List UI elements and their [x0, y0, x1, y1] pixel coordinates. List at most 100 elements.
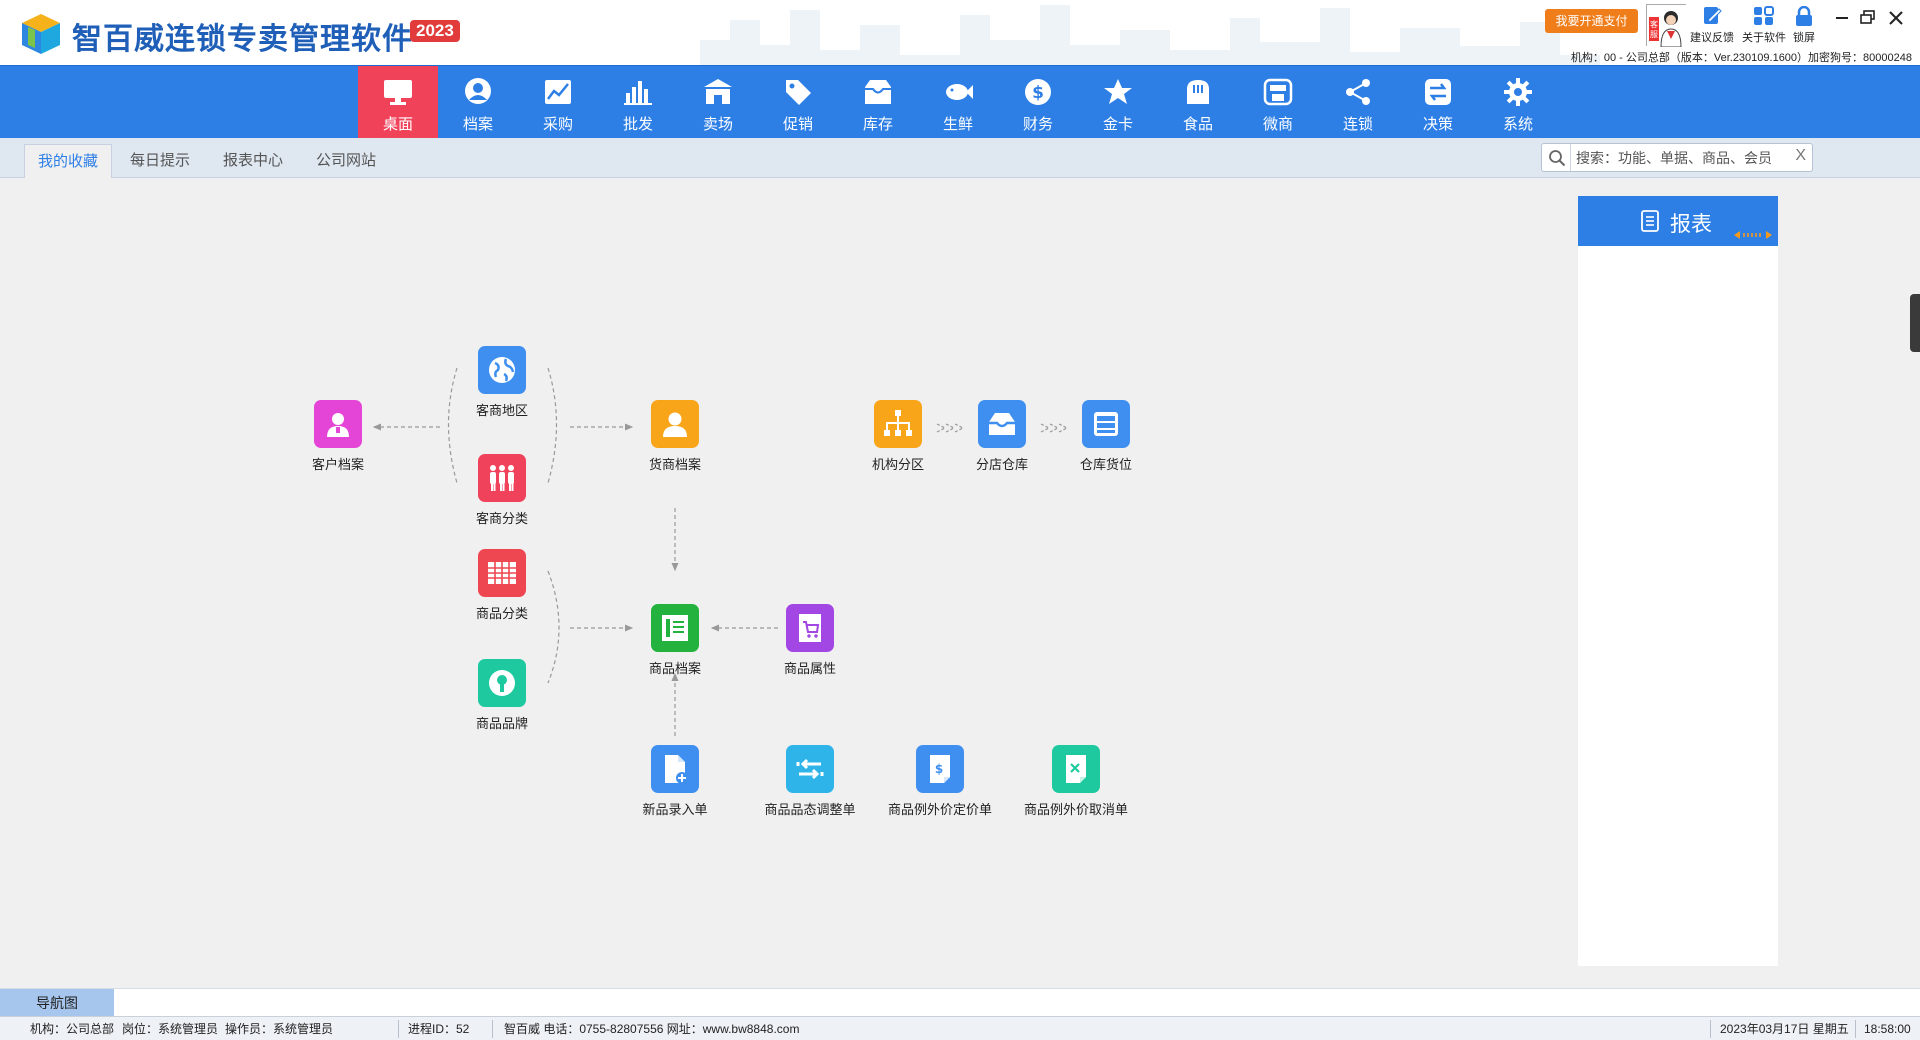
new-doc-icon — [651, 745, 699, 793]
cs-label-char-2: 服 — [1650, 30, 1658, 39]
menu-fresh-label: 生鲜 — [942, 116, 973, 133]
bread-icon — [1187, 80, 1209, 104]
fish-icon — [946, 84, 973, 100]
report-doc-icon — [1641, 210, 1659, 232]
menu-purchase[interactable]: 采购 — [518, 66, 598, 139]
node-exception-price-set-label: 商品例外价定价单 — [887, 802, 992, 817]
search-clear-icon[interactable]: X — [1795, 147, 1806, 165]
node-region-label: 客商地区 — [475, 403, 528, 418]
menu-micro-business[interactable]: 微商 — [1238, 66, 1318, 139]
menu-food-label: 食品 — [1182, 116, 1213, 133]
title-bar: 智百威连锁专卖管理软件 2023 我要开通支付 客 服 建议反馈 关于软件 锁屏… — [0, 0, 1920, 65]
tab-daily-tips[interactable]: 每日提示 — [117, 144, 203, 178]
node-goods-attribute-label: 商品属性 — [783, 661, 836, 676]
node-branch-warehouse[interactable]: 分店仓库 — [947, 400, 1057, 473]
menu-archive[interactable]: 档案 — [438, 66, 518, 139]
tab-report-center[interactable]: 报表中心 — [210, 144, 296, 178]
lock-label: 锁屏 — [1793, 32, 1815, 44]
lock-screen-button[interactable]: 锁屏 — [1784, 6, 1824, 45]
expand-arrows-icon[interactable] — [1734, 230, 1772, 240]
node-branch-zone[interactable]: 机构分区 — [843, 400, 953, 473]
tab-strip: 我的收藏 每日提示 报表中心 公司网站 X — [0, 138, 1920, 178]
customer-service-button[interactable]: 客 服 — [1646, 4, 1687, 48]
menu-finance[interactable]: $ 财务 — [998, 66, 1078, 139]
node-goods-brand[interactable]: 商品品牌 — [447, 659, 557, 732]
brand-icon — [478, 659, 526, 707]
search-input[interactable] — [1576, 147, 1786, 169]
feedback-button[interactable]: 建议反馈 — [1686, 6, 1738, 45]
open-payment-button[interactable]: 我要开通支付 — [1545, 9, 1638, 33]
menu-decision[interactable]: 决策 — [1398, 66, 1478, 139]
menu-system-label: 系统 — [1502, 116, 1533, 133]
node-goods-attribute[interactable]: 商品属性 — [755, 604, 865, 677]
goods-file-icon — [651, 604, 699, 652]
purchase-chart-icon — [545, 80, 571, 104]
cart-icon — [786, 604, 834, 652]
side-panel-handle[interactable] — [1910, 294, 1920, 352]
adjust-icon — [786, 745, 834, 793]
menu-chain-label: 连锁 — [1342, 116, 1373, 133]
status-process-id: 进程ID：52 — [408, 1022, 470, 1036]
menu-desktop[interactable]: 桌面 — [358, 66, 438, 139]
node-goods-category[interactable]: 商品分类 — [447, 549, 557, 622]
node-customer-category-label: 客商分类 — [475, 511, 528, 526]
node-customer[interactable]: 客户档案 — [283, 400, 393, 473]
menu-wholesale-label: 批发 — [622, 116, 653, 133]
node-storage-location[interactable]: 仓库货位 — [1051, 400, 1161, 473]
gear-icon — [1504, 78, 1532, 106]
app-title: 智百威连锁专卖管理软件 — [72, 23, 413, 56]
node-supplier[interactable]: 货商档案 — [620, 400, 730, 473]
lock-icon — [1796, 6, 1812, 26]
navigation-diagram: 客户档案 客商地区 客商分类 货商档案 机构分区 分店仓库 仓库货位 商品分类 … — [0, 178, 1560, 988]
bar-chart-icon — [624, 81, 652, 105]
customer-service-avatar-icon: 客 服 — [1647, 5, 1687, 48]
star-icon — [1104, 79, 1132, 104]
node-exception-price-cancel[interactable]: 商品例外价取消单 — [1021, 745, 1131, 818]
node-goods[interactable]: 商品档案 — [620, 604, 730, 677]
svg-text:$: $ — [1032, 83, 1044, 103]
menu-inventory-label: 库存 — [862, 116, 893, 133]
restore-icon[interactable] — [1856, 8, 1880, 28]
about-software-button[interactable]: 关于软件 — [1738, 6, 1790, 45]
cabinet-icon — [1082, 400, 1130, 448]
node-customer-category[interactable]: 客商分类 — [447, 454, 557, 527]
about-icon — [1754, 6, 1774, 25]
tab-favorites[interactable]: 我的收藏 — [24, 144, 113, 178]
status-org: 机构：公司总部 — [30, 1022, 115, 1036]
menu-food[interactable]: 食品 — [1158, 66, 1238, 139]
menu-chain[interactable]: 连锁 — [1318, 66, 1398, 139]
node-goods-status-adjust[interactable]: 商品品态调整单 — [755, 745, 865, 818]
tab-navigation-map[interactable]: 导航图 — [0, 989, 114, 1017]
feedback-label: 建议反馈 — [1690, 32, 1734, 44]
search-icon[interactable] — [1548, 149, 1566, 167]
menu-archive-label: 档案 — [462, 116, 493, 133]
minimize-icon[interactable] — [1830, 8, 1854, 28]
menu-purchase-label: 采购 — [542, 116, 573, 133]
node-new-goods-entry[interactable]: 新品录入单 — [620, 745, 730, 818]
menu-inventory[interactable]: 库存 — [838, 66, 918, 139]
tab-company-website[interactable]: 公司网站 — [303, 144, 389, 178]
node-goods-label: 商品档案 — [648, 661, 701, 676]
close-icon[interactable] — [1884, 8, 1908, 28]
app-logo-icon — [22, 14, 60, 54]
customer-icon — [314, 400, 362, 448]
status-separator — [398, 1020, 399, 1038]
menu-promotion[interactable]: 促销 — [758, 66, 838, 139]
menu-store[interactable]: 卖场 — [678, 66, 758, 139]
report-panel-header[interactable]: 报表 — [1578, 196, 1778, 246]
store-icon — [704, 79, 732, 104]
menu-wholesale[interactable]: 批发 — [598, 66, 678, 139]
cancel-doc-icon — [1052, 745, 1100, 793]
cs-label-char-1: 客 — [1650, 19, 1658, 29]
node-branch-warehouse-label: 分店仓库 — [975, 457, 1028, 472]
node-exception-price-set[interactable]: $ 商品例外价定价单 — [885, 745, 995, 818]
menu-system[interactable]: 系统 — [1478, 66, 1558, 139]
menu-fresh[interactable]: 生鲜 — [918, 66, 998, 139]
node-region[interactable]: 客商地区 — [447, 346, 557, 419]
shop-icon — [1263, 78, 1293, 106]
menu-gold-card[interactable]: 金卡 — [1078, 66, 1158, 139]
menu-gold-card-label: 金卡 — [1102, 116, 1133, 133]
menu-finance-label: 财务 — [1022, 116, 1053, 133]
app-year-badge: 2023 — [410, 20, 460, 42]
status-separator — [492, 1020, 493, 1038]
